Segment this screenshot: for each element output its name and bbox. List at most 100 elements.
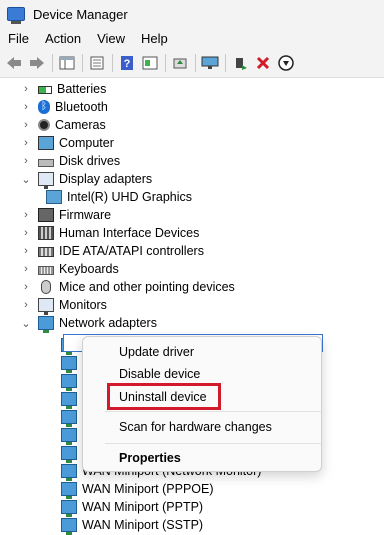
menu-help[interactable]: Help <box>133 28 176 49</box>
network-icon <box>38 316 54 333</box>
menu-item-properties[interactable]: Properties <box>119 451 181 465</box>
tree-item-label: Network adapters <box>59 316 157 330</box>
menu-item-update-driver[interactable]: Update driver <box>119 345 194 359</box>
uninstall-icon <box>256 56 270 70</box>
help-icon: ? <box>121 56 133 70</box>
bluetooth-icon: ᛒ <box>38 100 50 114</box>
network-icon <box>61 356 77 373</box>
network-adapter-item[interactable]: WAN Miniport (SSTP) <box>55 516 203 535</box>
disk-icon <box>38 158 54 167</box>
chevron-right-icon[interactable]: › <box>20 296 32 314</box>
tree-item-display-adapters[interactable]: ⌄ Display adapters <box>20 170 153 189</box>
chevron-down-icon[interactable]: ⌄ <box>20 314 32 332</box>
menu-separator <box>105 411 321 412</box>
chevron-right-icon[interactable]: › <box>20 278 32 296</box>
firmware-icon <box>38 208 54 222</box>
forward-button[interactable] <box>26 52 48 74</box>
help-button[interactable]: ? <box>116 52 138 74</box>
menu-view[interactable]: View <box>89 28 133 49</box>
forward-icon <box>30 57 44 69</box>
tree-item-computer[interactable]: › Computer <box>20 134 114 152</box>
tree-item-label: Display adapters <box>59 172 153 186</box>
chevron-right-icon[interactable]: › <box>20 152 32 170</box>
disable-device-button[interactable] <box>275 52 297 74</box>
chevron-right-icon[interactable]: › <box>20 206 32 224</box>
tree-item-network-adapters[interactable]: ⌄ Network adapters <box>20 314 157 333</box>
keyboard-icon <box>38 266 54 275</box>
network-adapter-item[interactable] <box>55 390 82 409</box>
tree-item-label: Monitors <box>59 298 107 312</box>
uninstall-button[interactable] <box>252 52 274 74</box>
refresh-view-icon <box>142 56 158 70</box>
svg-text:?: ? <box>124 58 131 70</box>
tree-item-firmware[interactable]: › Firmware <box>20 206 111 224</box>
chevron-right-icon[interactable]: › <box>20 116 32 134</box>
network-adapter-item[interactable] <box>55 408 82 427</box>
tree-item-ide[interactable]: › IDE ATA/ATAPI controllers <box>20 242 204 260</box>
network-icon <box>61 500 77 517</box>
enable-device-button[interactable] <box>229 52 251 74</box>
tree-item-label: Cameras <box>55 118 106 132</box>
menu-item-disable-device[interactable]: Disable device <box>119 367 200 381</box>
properties-button[interactable] <box>86 52 108 74</box>
menu-file[interactable]: File <box>0 28 37 49</box>
chevron-right-icon[interactable]: › <box>20 242 32 260</box>
device-manager-icon <box>7 7 25 24</box>
tree-item-mice[interactable]: › Mice and other pointing devices <box>20 278 235 296</box>
network-icon <box>61 392 77 409</box>
window-title: Device Manager <box>33 6 128 22</box>
chevron-right-icon[interactable]: › <box>20 80 32 98</box>
toolbar-separator <box>225 54 226 72</box>
network-icon <box>61 410 77 427</box>
tree-item-monitors[interactable]: › Monitors <box>20 296 107 315</box>
tree-item-label: Human Interface Devices <box>59 226 200 240</box>
toolbar-separator <box>195 54 196 72</box>
chevron-right-icon[interactable]: › <box>20 260 32 278</box>
network-adapter-item[interactable]: WAN Miniport (PPTP) <box>55 498 203 517</box>
tree-item-batteries[interactable]: › Batteries <box>20 80 106 98</box>
update-driver-button[interactable] <box>169 52 191 74</box>
scan-hardware-icon <box>201 56 219 69</box>
back-button[interactable] <box>3 52 25 74</box>
tree-item-label: Bluetooth <box>55 100 108 114</box>
monitor-icon <box>38 298 54 315</box>
toolbar-separator <box>52 54 53 72</box>
network-icon <box>61 464 77 481</box>
tree-item-intel-uhd[interactable]: Intel(R) UHD Graphics <box>40 188 192 206</box>
tree-item-label: Mice and other pointing devices <box>59 280 235 294</box>
chevron-right-icon[interactable]: › <box>20 224 32 242</box>
network-icon <box>61 446 77 463</box>
network-adapter-item[interactable] <box>55 372 82 391</box>
ide-icon <box>38 247 54 257</box>
chevron-right-icon[interactable]: › <box>20 134 32 152</box>
hid-icon <box>38 226 54 240</box>
menu-action[interactable]: Action <box>37 28 89 49</box>
show-hide-tree-button[interactable] <box>56 52 78 74</box>
scan-hardware-button[interactable] <box>199 52 221 74</box>
tree-item-hid[interactable]: › Human Interface Devices <box>20 224 199 242</box>
menu-separator <box>105 443 321 444</box>
chevron-right-icon[interactable]: › <box>20 98 32 116</box>
tree-item-bluetooth[interactable]: › ᛒ Bluetooth <box>20 98 108 116</box>
network-adapter-item[interactable]: WAN Miniport (PPPOE) <box>55 480 214 499</box>
refresh-view-button[interactable] <box>139 52 161 74</box>
network-icon <box>61 374 77 391</box>
network-adapter-item[interactable] <box>55 444 82 463</box>
update-driver-icon <box>173 58 187 69</box>
show-hide-tree-icon <box>59 56 75 70</box>
uninstall-highlight <box>107 383 221 410</box>
tree-item-label: Batteries <box>57 82 107 96</box>
camera-icon <box>38 119 50 131</box>
back-icon <box>7 57 21 69</box>
gpu-icon <box>46 190 62 204</box>
network-adapter-item[interactable] <box>55 426 82 445</box>
tree-item-keyboards[interactable]: › Keyboards <box>20 260 119 278</box>
menu-item-scan-hardware[interactable]: Scan for hardware changes <box>119 420 272 434</box>
chevron-down-icon[interactable]: ⌄ <box>20 170 32 188</box>
tree-item-disk-drives[interactable]: › Disk drives <box>20 152 120 170</box>
tree-item-cameras[interactable]: › Cameras <box>20 116 106 134</box>
network-adapter-item[interactable] <box>55 354 82 373</box>
toolbar-separator <box>82 54 83 72</box>
mouse-icon <box>41 280 51 294</box>
tree-item-label: WAN Miniport (PPPOE) <box>82 482 214 496</box>
